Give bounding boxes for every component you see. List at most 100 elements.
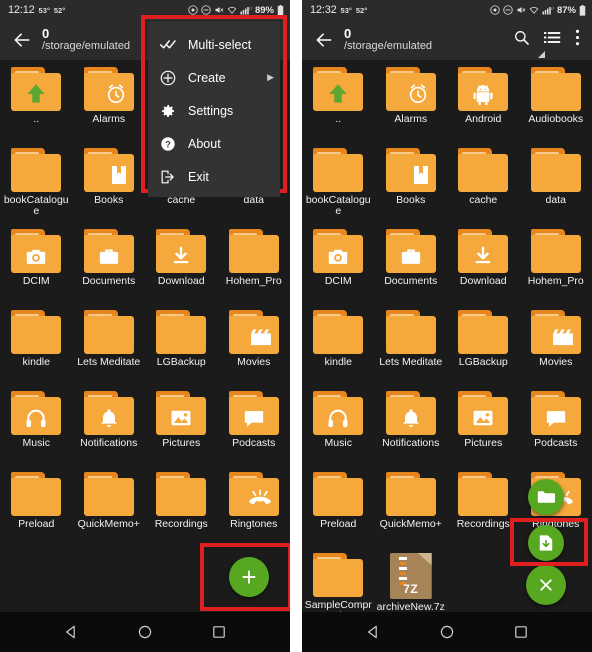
battery-percent: 89% <box>254 4 274 16</box>
briefcase-icon <box>84 239 134 273</box>
file-grid-item[interactable]: DCIM <box>302 224 375 305</box>
plus-circle-icon <box>160 70 182 86</box>
file-grid-item[interactable]: Books <box>375 143 448 224</box>
android-nav-bar <box>0 612 290 652</box>
status-bar-right: LTE 87% <box>490 4 586 16</box>
nav-home-icon[interactable] <box>439 624 455 640</box>
file-grid-item[interactable]: DCIM <box>0 224 73 305</box>
file-grid-item[interactable]: Ringtones <box>218 467 291 548</box>
file-grid-item[interactable]: Notifications <box>375 386 448 467</box>
file-grid-item[interactable]: bookCatalogue <box>0 143 73 224</box>
bell-icon <box>386 401 436 435</box>
file-grid-item[interactable]: .. <box>302 62 375 143</box>
toolbar-actions <box>513 29 584 51</box>
file-grid-item[interactable]: Podcasts <box>520 386 592 467</box>
file-name-label: Notifications <box>80 437 138 449</box>
folder-icon <box>313 391 364 435</box>
signal-bars-icon: LTE <box>240 7 252 15</box>
file-grid-item[interactable]: Hohem_Pro <box>520 224 592 305</box>
file-grid-item[interactable]: kindle <box>302 305 375 386</box>
file-grid-item[interactable]: Preload <box>302 467 375 548</box>
close-fab[interactable] <box>526 565 566 605</box>
back-arrow-icon[interactable] <box>8 30 36 50</box>
file-grid-item[interactable]: Lets Meditate <box>73 305 146 386</box>
file-name-label: DCIM <box>22 275 50 287</box>
menu-item-multi-select[interactable]: Multi-select <box>148 28 280 61</box>
download-arrow-icon <box>156 239 206 273</box>
folder-icon <box>11 229 62 273</box>
file-grid-item[interactable]: Movies <box>520 305 592 386</box>
back-arrow-icon[interactable] <box>310 30 338 50</box>
file-grid-item[interactable]: Music <box>0 386 73 467</box>
file-grid-item[interactable]: kindle <box>0 305 73 386</box>
file-name-label: Movies <box>539 356 573 368</box>
menu-item-exit[interactable]: Exit <box>148 160 280 193</box>
file-grid-item[interactable]: .. <box>0 62 73 143</box>
nav-home-icon[interactable] <box>137 624 153 640</box>
file-grid-item[interactable]: Recordings <box>145 467 218 548</box>
file-grid-item[interactable]: Audiobooks <box>520 62 592 143</box>
file-name-label: .. <box>335 113 342 125</box>
file-grid-item[interactable]: LGBackup <box>145 305 218 386</box>
breadcrumb-path: /storage/emulated <box>344 40 433 53</box>
file-grid-item[interactable]: bookCatalogue <box>302 143 375 224</box>
wifi-icon <box>227 7 237 14</box>
folder-icon <box>385 67 436 111</box>
file-name-label: Hohem_Pro <box>225 275 282 287</box>
file-grid-item[interactable]: cache <box>447 143 520 224</box>
menu-item-about[interactable]: ? About <box>148 127 280 160</box>
file-grid-item[interactable]: Preload <box>0 467 73 548</box>
folder-icon <box>83 67 134 111</box>
file-grid-item[interactable]: Download <box>447 224 520 305</box>
status-temp-low: 52° <box>355 6 368 15</box>
file-grid-item[interactable]: Android <box>447 62 520 143</box>
overflow-menu-icon[interactable] <box>575 29 580 51</box>
status-time: 12:12 <box>8 4 35 16</box>
overflow-menu[interactable]: Multi-select Create ▶ Settings ? About E… <box>148 22 280 197</box>
create-folder-fab[interactable] <box>528 479 564 515</box>
folder-icon <box>458 472 509 516</box>
status-bar: 12:12 53° 52° LTE 89% <box>0 0 290 20</box>
android-nav-bar <box>302 612 592 652</box>
nav-back-icon[interactable] <box>63 624 79 640</box>
add-fab[interactable]: + <box>229 557 269 597</box>
wifi-icon <box>529 7 539 14</box>
search-icon[interactable] <box>513 29 530 51</box>
file-grid-item[interactable]: LGBackup <box>447 305 520 386</box>
folder-icon <box>313 67 364 111</box>
file-grid-item[interactable]: Podcasts <box>218 386 291 467</box>
file-grid-item[interactable]: Alarms <box>73 62 146 143</box>
file-grid-item[interactable]: Documents <box>73 224 146 305</box>
file-grid-item[interactable]: Alarms <box>375 62 448 143</box>
file-grid-item[interactable]: QuickMemo+ <box>73 467 146 548</box>
create-file-fab[interactable] <box>528 525 564 561</box>
page-title: 0 <box>42 26 50 42</box>
file-grid-item[interactable]: data <box>520 143 592 224</box>
list-view-icon[interactable] <box>544 30 561 50</box>
file-grid-item[interactable]: Hohem_Pro <box>218 224 291 305</box>
file-grid-item[interactable]: Pictures <box>447 386 520 467</box>
svg-text:LTE: LTE <box>551 7 554 11</box>
nav-recents-icon[interactable] <box>211 624 227 640</box>
file-grid-item[interactable]: Pictures <box>145 386 218 467</box>
file-grid-item[interactable]: Books <box>73 143 146 224</box>
volume-mute-icon <box>215 7 224 13</box>
file-grid-item[interactable]: Download <box>145 224 218 305</box>
folder-icon <box>83 391 134 435</box>
toolbar: 0 /storage/emulated <box>302 20 592 60</box>
file-grid-item[interactable]: Music <box>302 386 375 467</box>
menu-item-settings[interactable]: Settings <box>148 94 280 127</box>
file-grid-item[interactable]: Lets Meditate <box>375 305 448 386</box>
menu-item-create[interactable]: Create ▶ <box>148 61 280 94</box>
location-icon <box>188 5 198 15</box>
file-grid-item[interactable]: Notifications <box>73 386 146 467</box>
nav-recents-icon[interactable] <box>513 624 529 640</box>
folder-icon <box>156 472 207 516</box>
file-grid-item[interactable]: Recordings <box>447 467 520 548</box>
file-grid-item[interactable]: QuickMemo+ <box>375 467 448 548</box>
file-name-label: QuickMemo+ <box>379 518 442 530</box>
file-name-label: data <box>545 194 566 206</box>
nav-back-icon[interactable] <box>365 624 381 640</box>
file-grid-item[interactable]: Documents <box>375 224 448 305</box>
file-grid-item[interactable]: Movies <box>218 305 291 386</box>
